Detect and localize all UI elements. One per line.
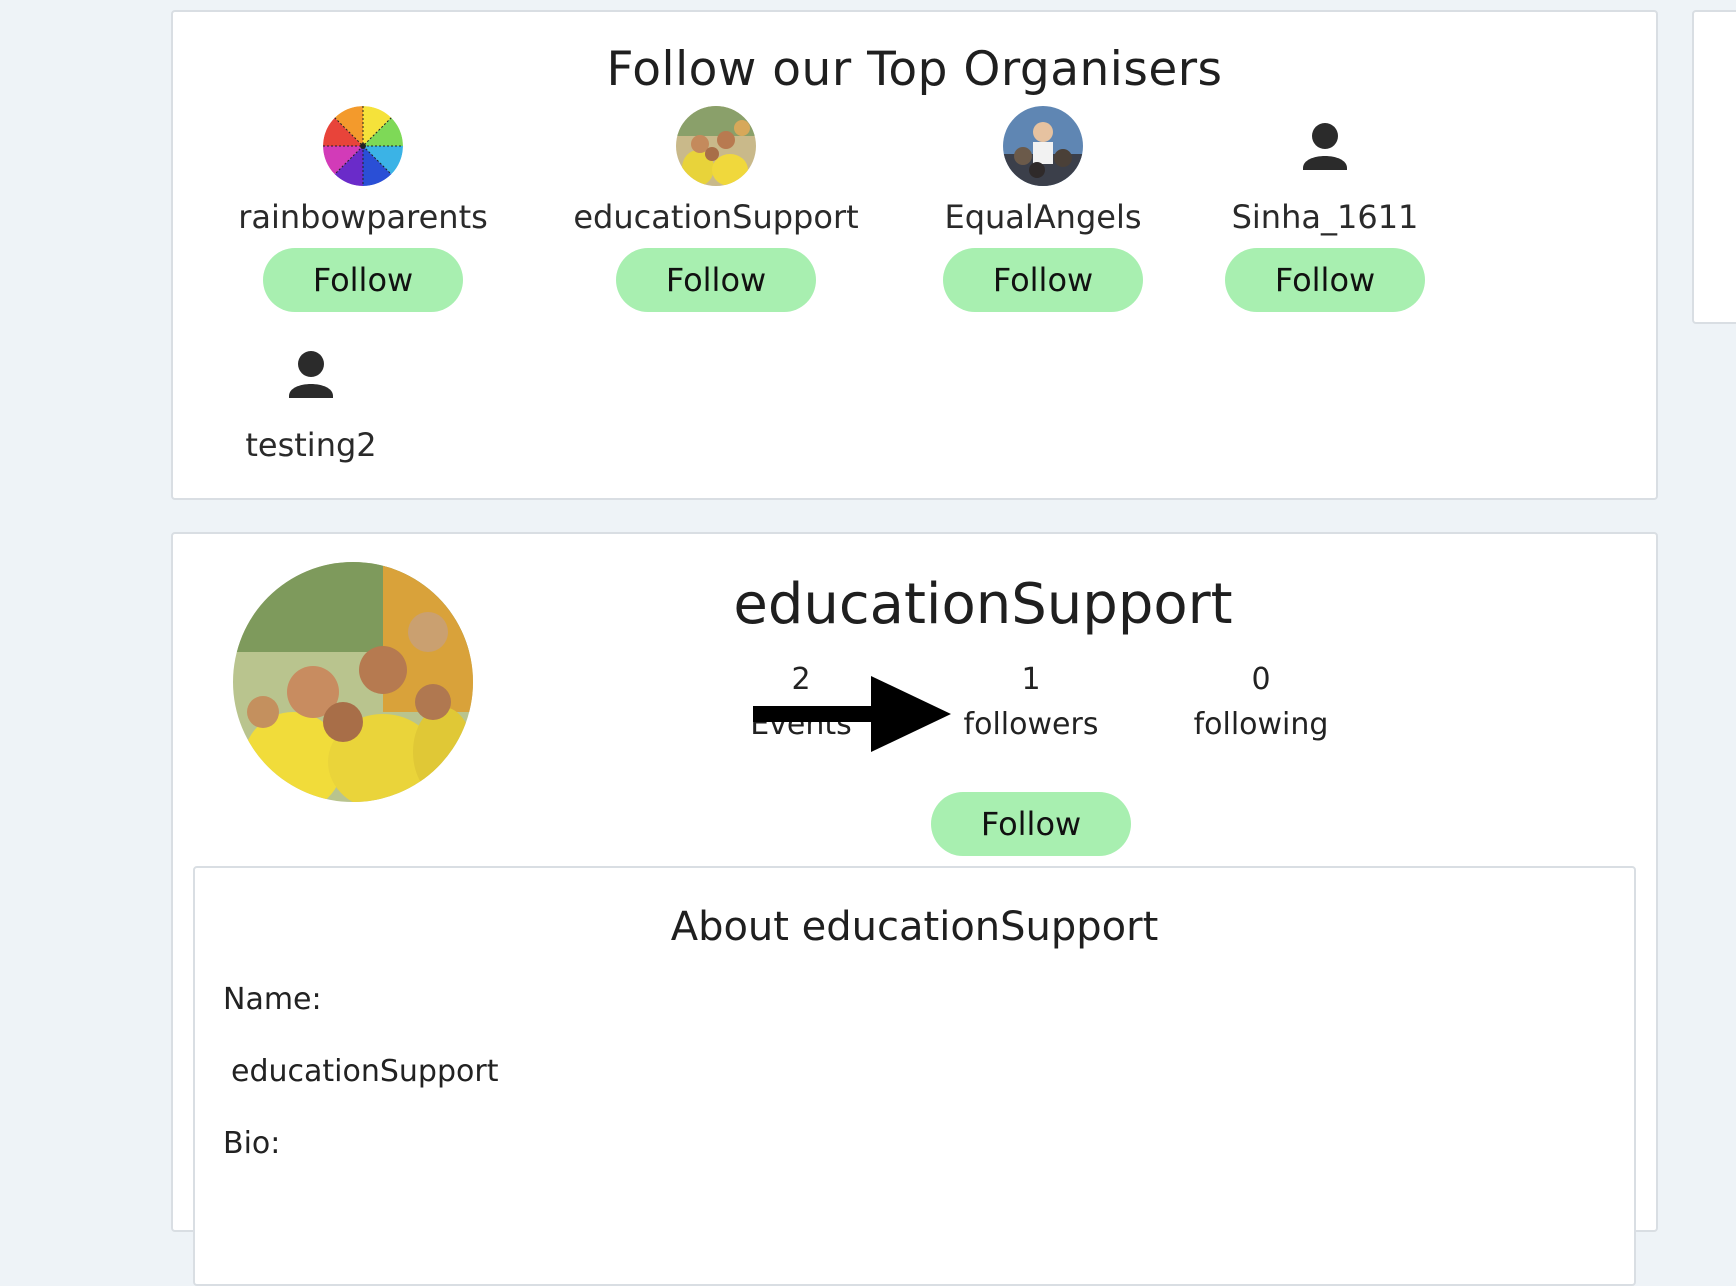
followers-count: 1 [1021, 662, 1041, 697]
organiser-name[interactable]: Sinha_1611 [1165, 198, 1485, 236]
organiser-name[interactable]: rainbowparents [203, 198, 523, 236]
organiser-equalangels: EqualAngels Follow [883, 106, 1203, 312]
follow-button-rainbowparents[interactable]: Follow [263, 248, 463, 312]
following-label: following [1193, 707, 1329, 742]
annotation-arrow-icon [753, 676, 951, 752]
organiser-testing2: testing2 [151, 334, 471, 464]
organiser-name[interactable]: educationSupport [556, 198, 876, 236]
organiser-rainbowparents: rainbowparents Follow [203, 106, 523, 312]
bio-label: Bio: [223, 1126, 281, 1161]
followers-stat[interactable]: 1 followers [931, 658, 1131, 748]
about-card: About educationSupport Name: educationSu… [193, 866, 1636, 1286]
group-photo[interactable] [676, 106, 756, 186]
rainbow-wheel-icon[interactable] [323, 106, 403, 186]
name-label: Name: [223, 982, 322, 1017]
name-value: educationSupport [231, 1054, 499, 1089]
following-stat[interactable]: 0 following [1161, 658, 1361, 748]
profile-avatar [233, 562, 473, 802]
side-card [1692, 10, 1736, 324]
followers-label: followers [963, 707, 1099, 742]
organiser-name[interactable]: testing2 [151, 426, 471, 464]
follow-button-sinha1611[interactable]: Follow [1225, 248, 1425, 312]
user-icon[interactable] [271, 334, 351, 414]
crowd-photo[interactable] [1003, 106, 1083, 186]
follow-button-educationsupport[interactable]: Follow [616, 248, 816, 312]
follow-button-equalangels[interactable]: Follow [943, 248, 1143, 312]
following-count: 0 [1251, 662, 1271, 697]
profile-card: educationSupport 2 Events 1 followers 0 … [171, 532, 1658, 1286]
about-title: About educationSupport [670, 904, 1159, 950]
organiser-name[interactable]: EqualAngels [883, 198, 1203, 236]
profile-name: educationSupport [733, 572, 1233, 637]
top-organisers-card: Follow our Top Organisers rainbowparents… [171, 10, 1658, 500]
organiser-sinha1611: Sinha_1611 Follow [1165, 106, 1485, 312]
user-icon[interactable] [1285, 106, 1365, 186]
top-organisers-title: Follow our Top Organisers [606, 42, 1223, 97]
organiser-educationsupport: educationSupport Follow [556, 106, 876, 312]
profile-follow-button[interactable]: Follow [931, 792, 1131, 856]
